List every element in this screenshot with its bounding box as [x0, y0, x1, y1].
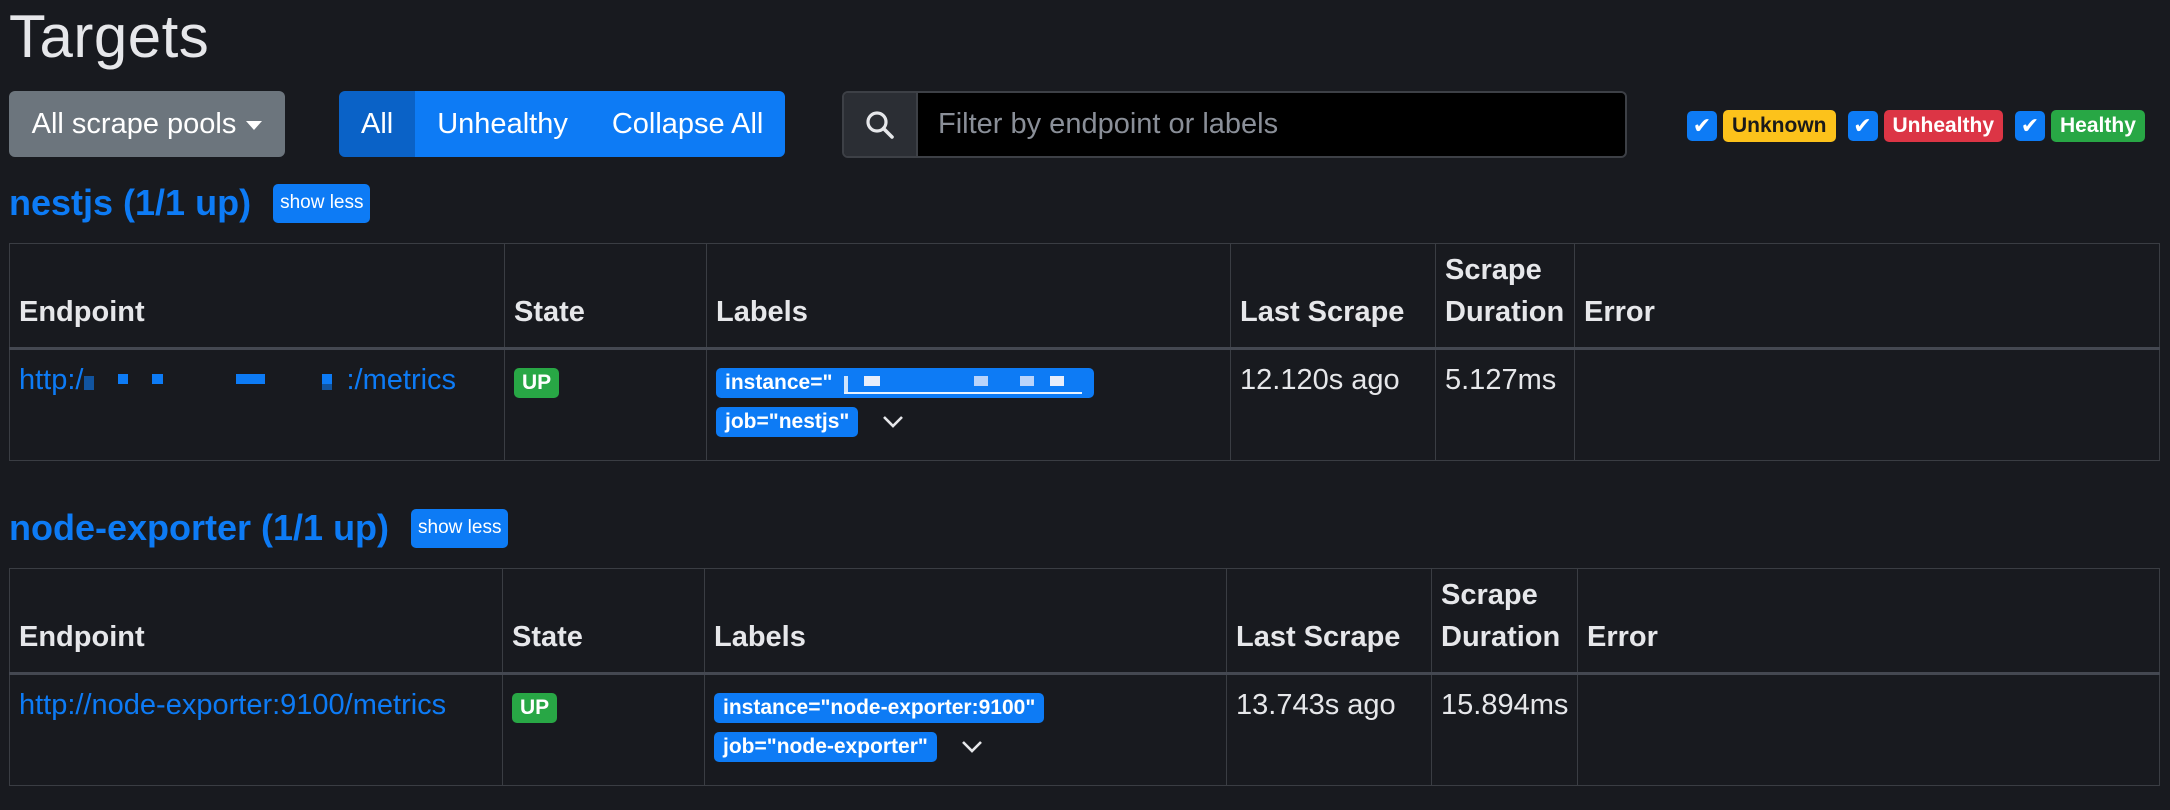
caret-down-icon — [246, 120, 263, 130]
check-icon: ✔ — [1692, 113, 1712, 138]
scrape-duration-header: Scrape Duration — [1435, 243, 1575, 350]
scrape-duration-header-line1: Scrape — [1441, 579, 1538, 611]
last-scrape-cell: 12.120s ago — [1230, 348, 1436, 461]
scrape-pools-label: All scrape pools — [31, 107, 237, 140]
show-less-button[interactable]: show less — [411, 508, 509, 548]
endpoint-cell: http://node-exporter:9100/metrics — [9, 673, 503, 786]
scrape-duration-header-line2: Duration — [1441, 621, 1561, 653]
search-icon[interactable] — [844, 93, 918, 156]
unhealthy-button[interactable]: Unhealthy — [415, 91, 590, 157]
unhealthy-badge: Unhealthy — [1883, 110, 2004, 142]
table-header-row: Endpoint State Labels Last Scrape Scrape… — [9, 243, 2160, 350]
search-input[interactable] — [918, 93, 1625, 156]
state-header: State — [504, 243, 707, 350]
check-icon: ✔ — [1853, 113, 1872, 138]
scrape-duration-header-line1: Scrape — [1445, 254, 1542, 286]
chevron-down-icon[interactable] — [882, 415, 904, 429]
unknown-checkbox[interactable]: ✔ — [1687, 111, 1717, 141]
targets-table-node-exporter: Endpoint State Labels Last Scrape Scrape… — [9, 568, 2160, 786]
error-cell — [1577, 673, 2160, 786]
show-less-button[interactable]: show less — [273, 183, 371, 223]
instance-label-badge: instance="node-exporter:9100" — [714, 693, 1045, 723]
page-title: Targets — [9, 3, 210, 70]
endpoint-prefix: http:/ — [19, 364, 84, 396]
endpoint-header: Endpoint — [9, 243, 505, 350]
pool-header-node-exporter: node-exporter (1/1 up) show less — [9, 507, 509, 549]
endpoint-cell: http:/ :/metrics — [9, 348, 505, 461]
endpoint-header: Endpoint — [9, 568, 503, 675]
all-button[interactable]: All — [339, 91, 416, 157]
scrape-pools-dropdown[interactable]: All scrape pools — [9, 91, 285, 157]
unknown-badge: Unknown — [1723, 110, 1836, 142]
table-row: http:/ :/metrics UP instance=" job="nestj… — [9, 348, 2160, 461]
state-cell: UP — [504, 348, 707, 461]
last-scrape-cell: 13.743s ago — [1226, 673, 1432, 786]
collapse-all-button[interactable]: Collapse All — [589, 91, 786, 157]
check-icon: ✔ — [2020, 113, 2040, 138]
healthy-badge: Healthy — [2051, 110, 2145, 142]
chevron-down-icon[interactable] — [961, 740, 983, 754]
state-badge: UP — [512, 693, 558, 723]
last-scrape-header: Last Scrape — [1226, 568, 1432, 675]
error-header: Error — [1574, 243, 2160, 350]
job-label-badge: job="nestjs" — [716, 407, 859, 437]
labels-cell: instance="node-exporter:9100" job="node-… — [704, 673, 1227, 786]
filter-button-group: All Unhealthy Collapse All — [339, 91, 786, 157]
healthy-checkbox[interactable]: ✔ — [2015, 111, 2046, 141]
state-cell: UP — [502, 673, 705, 786]
scrape-duration-cell: 15.894ms — [1431, 673, 1578, 786]
search-box — [842, 91, 1627, 158]
scrape-duration-header-line2: Duration — [1445, 296, 1565, 328]
unhealthy-checkbox[interactable]: ✔ — [1847, 111, 1878, 141]
pool-title[interactable]: nestjs (1/1 up) — [9, 182, 251, 224]
table-row: http://node-exporter:9100/metrics UP ins… — [9, 673, 2160, 786]
pool-title[interactable]: node-exporter (1/1 up) — [9, 507, 389, 549]
endpoint-link[interactable]: http:/ :/metrics — [19, 364, 456, 396]
state-header: State — [502, 568, 705, 675]
targets-table-nestjs: Endpoint State Labels Last Scrape Scrape… — [9, 243, 2160, 461]
endpoint-suffix: :/metrics — [346, 364, 457, 396]
state-badge: UP — [514, 368, 560, 398]
instance-label-badge: instance=" — [716, 368, 1094, 398]
redacted-host — [83, 374, 332, 391]
error-header: Error — [1577, 568, 2160, 675]
labels-header: Labels — [704, 568, 1227, 675]
job-label-badge: job="node-exporter" — [714, 732, 937, 762]
last-scrape-header: Last Scrape — [1230, 243, 1436, 350]
redacted-instance — [844, 376, 1082, 394]
labels-header: Labels — [706, 243, 1231, 350]
endpoint-link[interactable]: http://node-exporter:9100/metrics — [19, 689, 446, 721]
pool-header-nestjs: nestjs (1/1 up) show less — [9, 182, 371, 224]
targets-page: Targets All scrape pools All Unhealthy C… — [0, 0, 2170, 810]
scrape-duration-header: Scrape Duration — [1431, 568, 1578, 675]
labels-cell: instance=" job="nestjs" — [706, 348, 1231, 461]
scrape-duration-cell: 5.127ms — [1435, 348, 1575, 461]
instance-label-text: instance=" — [725, 371, 833, 394]
health-filters: ✔ Unknown ✔ Unhealthy ✔ Healthy — [1687, 110, 2151, 142]
error-cell — [1574, 348, 2160, 461]
table-header-row: Endpoint State Labels Last Scrape Scrape… — [9, 568, 2160, 675]
